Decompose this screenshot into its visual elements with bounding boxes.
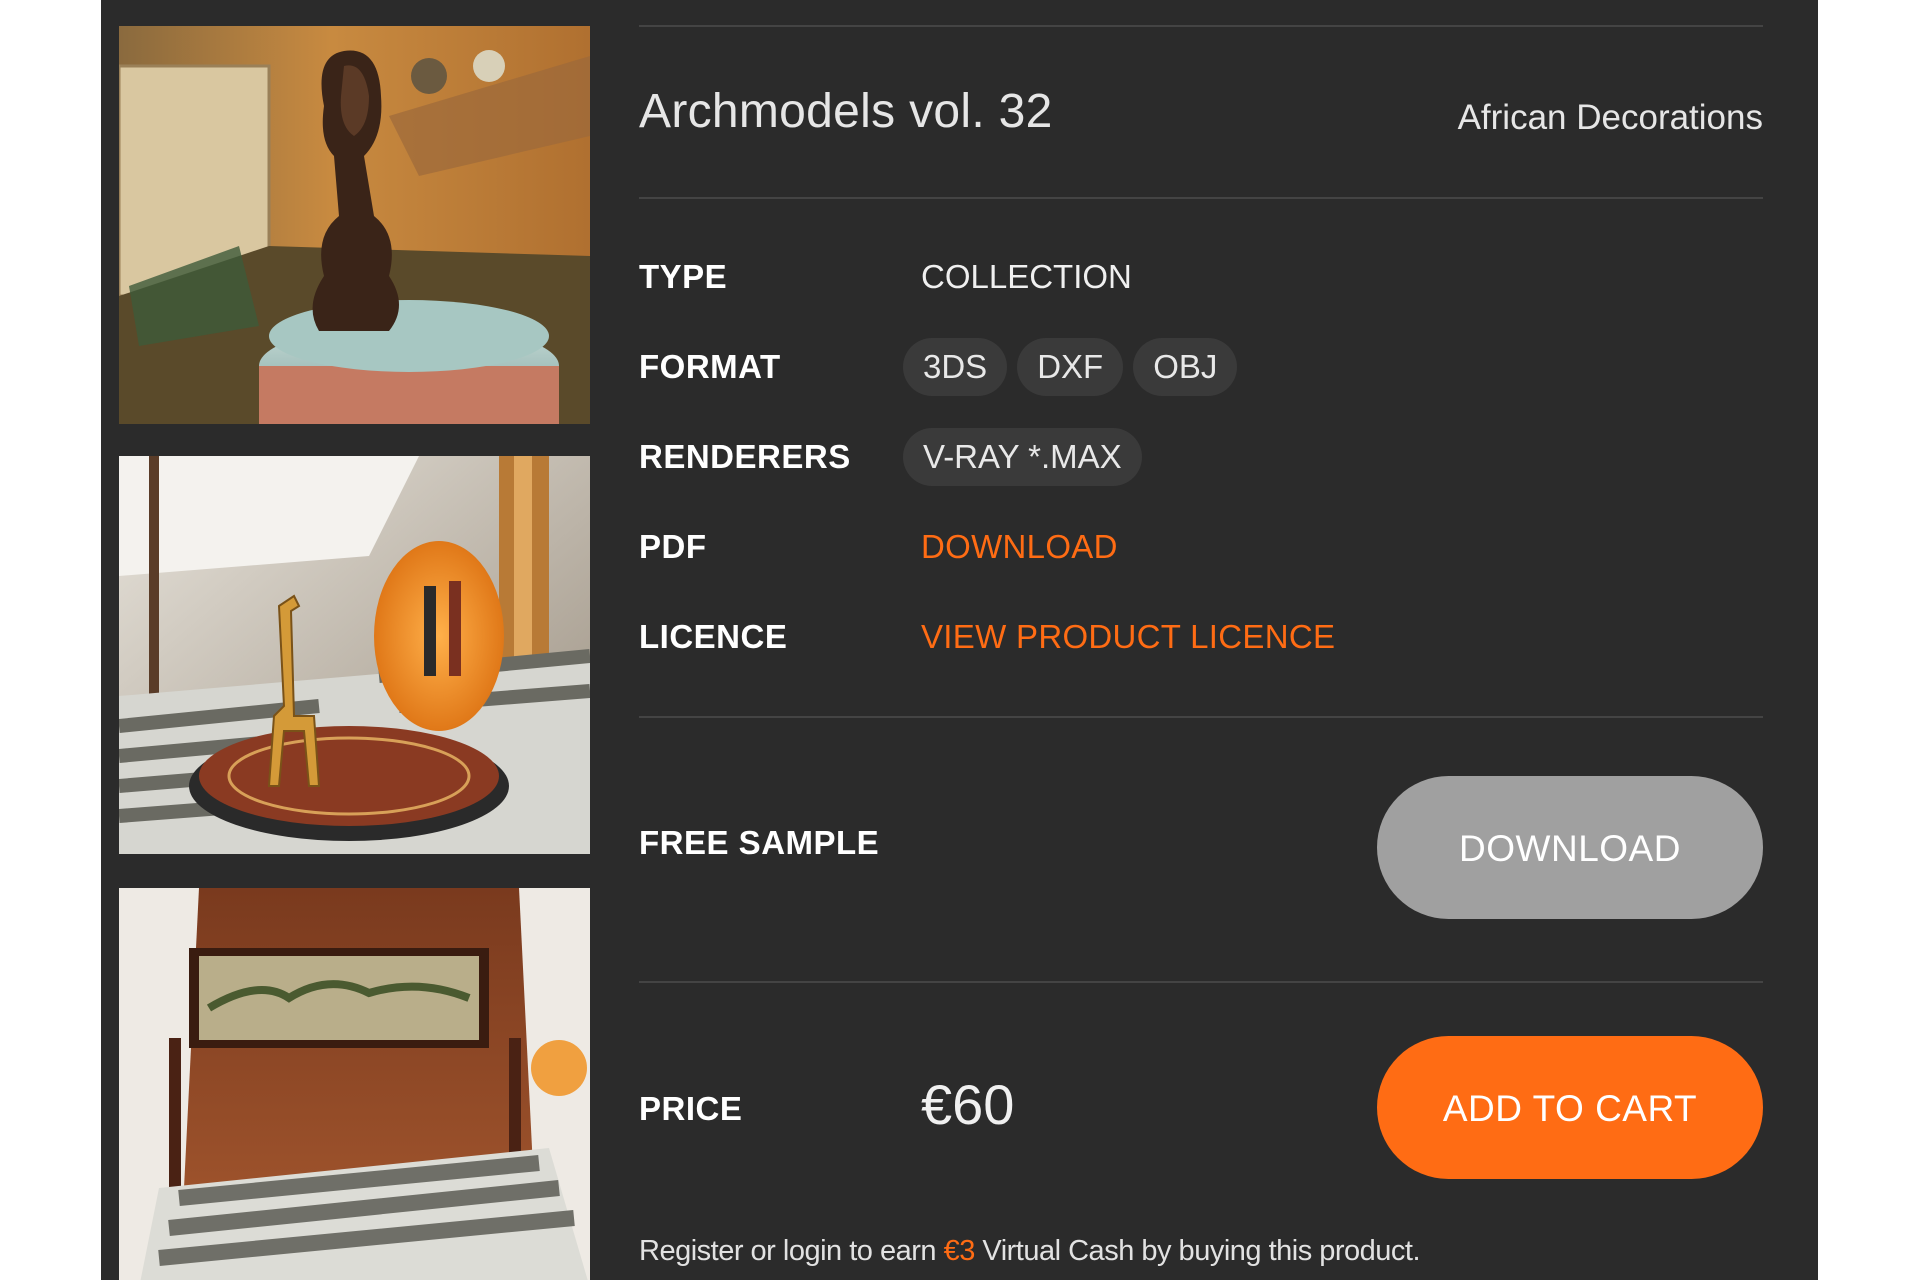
type-label: TYPE [639, 258, 728, 295]
african-figurine-image [119, 26, 590, 424]
format-label: FORMAT [639, 348, 781, 385]
type-value: COLLECTION [921, 258, 1132, 295]
renderers-label: RENDERERS [639, 438, 851, 475]
product-subtitle: African Decorations [1457, 98, 1763, 137]
divider [639, 981, 1763, 983]
product-title: Archmodels vol. 32 [639, 85, 1053, 138]
price-value: €60 [921, 1073, 1015, 1136]
format-chip: DXF [1017, 338, 1124, 396]
add-to-cart-button[interactable]: ADD TO CART [1377, 1036, 1763, 1179]
divider [639, 197, 1763, 199]
renderer-chips: V-RAY *.MAX [903, 428, 1142, 486]
note-text-before: Register or login to earn [639, 1235, 944, 1267]
free-sample-download-button[interactable]: DOWNLOAD [1377, 776, 1763, 919]
divider [639, 716, 1763, 718]
pdf-download-link[interactable]: DOWNLOAD [921, 528, 1118, 566]
format-chips: 3DS DXF OBJ [903, 338, 1238, 396]
virtual-cash-note: Register or login to earn €3 Virtual Cas… [639, 1235, 1421, 1268]
view-licence-link[interactable]: VIEW PRODUCT LICENCE [921, 618, 1335, 656]
giraffe-decoration-image [119, 456, 590, 854]
price-label: PRICE [639, 1090, 743, 1127]
note-text-after: Virtual Cash by buying this product. [974, 1235, 1421, 1267]
format-chip: 3DS [903, 338, 1008, 396]
virtual-cash-amount: €3 [943, 1235, 976, 1267]
thumbnail-figurine[interactable] [119, 26, 590, 424]
product-panel: Archmodels vol. 32 African Decorations T… [101, 0, 1818, 1280]
divider [639, 25, 1763, 27]
pdf-label: PDF [639, 528, 707, 565]
thumbnail-giraffe[interactable] [119, 456, 590, 854]
thumbnail-bedroom[interactable] [119, 888, 590, 1280]
format-chip: OBJ [1133, 338, 1238, 396]
bedroom-image [119, 888, 590, 1280]
licence-label: LICENCE [639, 618, 788, 655]
product-info: Archmodels vol. 32 African Decorations T… [639, 0, 1763, 1280]
free-sample-label: FREE SAMPLE [639, 824, 880, 861]
renderer-chip: V-RAY *.MAX [903, 428, 1142, 486]
